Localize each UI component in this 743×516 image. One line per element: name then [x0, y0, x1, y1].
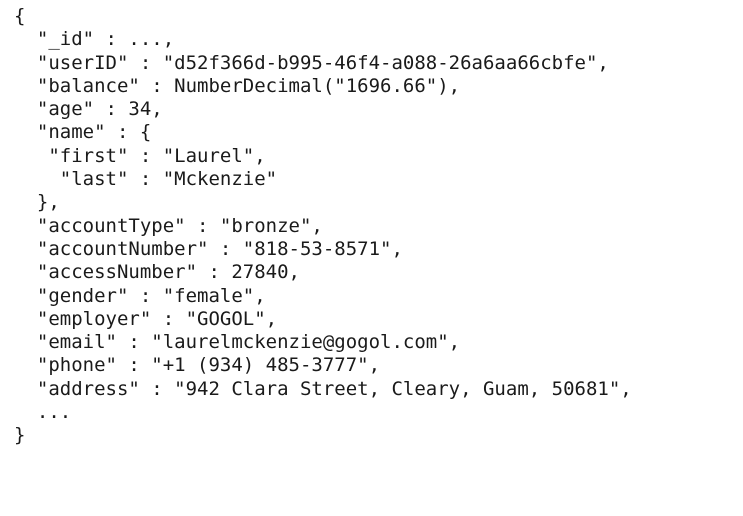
code-line-gender: "gender" : "female",: [14, 284, 266, 307]
code-line-address: "address" : "942 Clara Street, Cleary, G…: [14, 377, 632, 400]
code-line-name-close: },: [14, 191, 60, 214]
code-line-ellipsis: ...: [14, 401, 72, 424]
code-line-name-open: "name" : {: [14, 121, 152, 144]
code-line-open-brace: {: [14, 5, 26, 27]
code-line-balance: "balance" : NumberDecimal("1696.66"),: [14, 74, 461, 97]
code-line-access-number: "accessNumber" : 27840,: [14, 261, 300, 284]
code-line-id: "_id" : ...,: [14, 28, 175, 51]
code-line-age: "age" : 34,: [14, 98, 163, 121]
code-line-first-name: "first" : "Laurel",: [14, 144, 266, 167]
code-line-employer: "employer" : "GOGOL",: [14, 307, 278, 330]
code-line-account-number: "accountNumber" : "818-53-8571",: [14, 237, 403, 260]
code-line-last-name: "last" : "Mckenzie": [14, 168, 278, 191]
code-line-phone: "phone" : "+1 (934) 485-3777",: [14, 354, 381, 377]
code-line-account-type: "accountType" : "bronze",: [14, 214, 323, 237]
code-line-userid: "userID" : "d52f366d-b995-46f4-a088-26a6…: [14, 51, 609, 74]
code-line-close-brace: }: [14, 424, 26, 447]
json-document: { "_id" : ..., "userID" : "d52f366d-b995…: [14, 5, 632, 448]
code-line-email: "email" : "laurelmckenzie@gogol.com",: [14, 331, 461, 354]
